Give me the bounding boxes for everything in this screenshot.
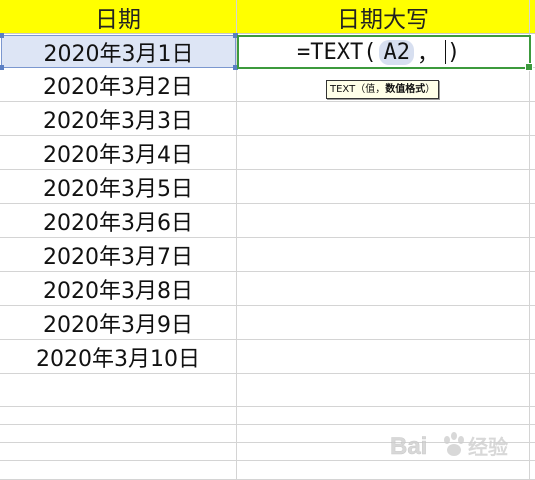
cell-a16[interactable]: [0, 461, 237, 479]
resize-handle[interactable]: [0, 33, 4, 38]
table-row: 2020年3月10日: [0, 340, 535, 374]
baidu-paw-icon: Bai 经验: [390, 432, 508, 460]
svg-text:Bai: Bai: [390, 433, 427, 460]
text-cursor: [445, 40, 446, 64]
cell-a15[interactable]: [0, 443, 237, 460]
cell-b11[interactable]: [237, 340, 530, 373]
cell-a2-value: 2020年3月1日: [43, 41, 194, 67]
header-row: 日期 日期大写: [0, 0, 535, 34]
table-row: 2020年3月6日: [0, 204, 535, 238]
formula-separator: ，: [416, 42, 439, 67]
table-row: 2020年3月8日: [0, 272, 535, 306]
table-row: 2020年3月7日: [0, 238, 535, 272]
function-tooltip: TEXT（值，数值格式）: [326, 80, 440, 99]
selected-cell-a2[interactable]: 2020年3月1日: [0, 33, 238, 70]
cell-a10[interactable]: 2020年3月9日: [0, 306, 237, 339]
header-cell-c[interactable]: [530, 0, 535, 33]
cell-a11[interactable]: 2020年3月10日: [0, 340, 237, 373]
cell-a12[interactable]: [0, 374, 237, 406]
cell-b10[interactable]: [237, 306, 530, 339]
empty-row: [0, 374, 535, 407]
cell-b9[interactable]: [237, 272, 530, 305]
cell-a9[interactable]: 2020年3月8日: [0, 272, 237, 305]
tooltip-close-paren: ）: [425, 84, 436, 95]
cell-b4[interactable]: [237, 102, 530, 135]
table-row: 2020年3月9日: [0, 306, 535, 340]
cell-b6[interactable]: [237, 170, 530, 203]
cell-a13[interactable]: [0, 407, 237, 424]
table-row: 2020年3月3日: [0, 102, 535, 136]
cell-a3[interactable]: 2020年3月2日: [0, 68, 237, 101]
cell-a5[interactable]: 2020年3月4日: [0, 136, 237, 169]
formula-edit-cell-b2[interactable]: =TEXT( A2 ， ): [237, 35, 533, 71]
header-cell-date-uppercase[interactable]: 日期大写: [237, 0, 530, 33]
tooltip-open-paren: （: [355, 84, 366, 95]
tooltip-function-name[interactable]: TEXT: [330, 84, 355, 95]
cell-b8[interactable]: [237, 238, 530, 271]
cell-a14[interactable]: [0, 425, 237, 442]
cell-a7[interactable]: 2020年3月6日: [0, 204, 237, 237]
cell-a6[interactable]: 2020年3月5日: [0, 170, 237, 203]
fill-handle[interactable]: [525, 63, 533, 71]
baidu-watermark: Bai 经验: [390, 420, 530, 470]
table-row: 2020年3月2日: [0, 68, 535, 102]
resize-handle[interactable]: [0, 65, 4, 70]
header-cell-date[interactable]: 日期: [0, 0, 237, 33]
formula-close-paren: ): [447, 39, 461, 65]
cell-a4[interactable]: 2020年3月3日: [0, 102, 237, 135]
tooltip-arg-value[interactable]: 值，: [365, 84, 385, 95]
table-row: 2020年3月5日: [0, 170, 535, 204]
svg-text:经验: 经验: [468, 435, 508, 459]
cell-b5[interactable]: [237, 136, 530, 169]
cell-b12[interactable]: [237, 374, 530, 406]
cell-b7[interactable]: [237, 204, 530, 237]
cell-a8[interactable]: 2020年3月7日: [0, 238, 237, 271]
formula-prefix: =TEXT(: [297, 39, 377, 65]
spreadsheet-grid: 日期 日期大写 2020年3月2日 2020年3月3日 2020年3月4日 20…: [0, 0, 535, 480]
tooltip-arg-format[interactable]: 数值格式: [385, 84, 425, 95]
table-row: 2020年3月4日: [0, 136, 535, 170]
formula-cell-reference[interactable]: A2: [379, 39, 414, 65]
